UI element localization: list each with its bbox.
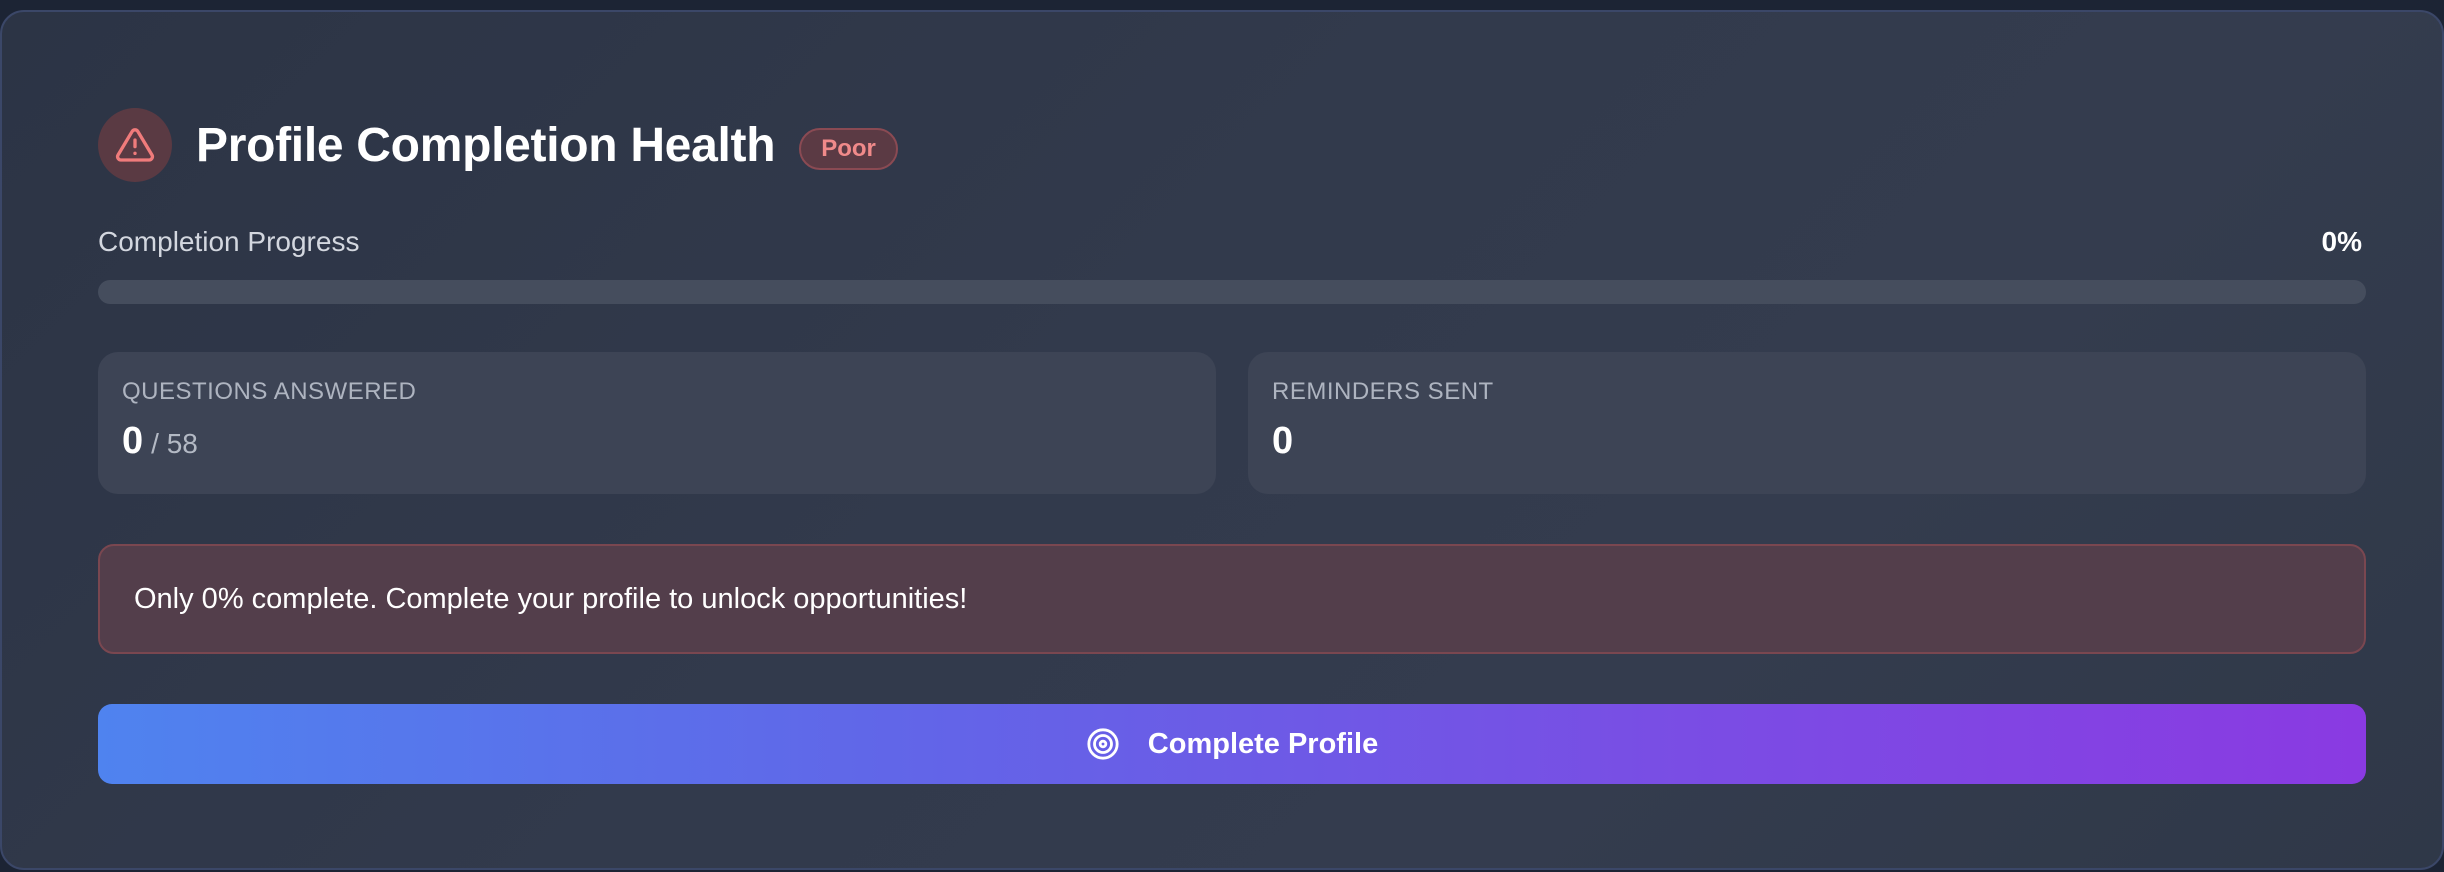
complete-profile-button[interactable]: Complete Profile <box>98 704 2366 784</box>
profile-health-card: Profile Completion Health Poor Completio… <box>0 10 2444 870</box>
questions-answered-stat: QUESTIONS ANSWERED 0 / 58 <box>98 352 1216 494</box>
alert-triangle-icon <box>98 108 172 182</box>
completion-alert: Only 0% complete. Complete your profile … <box>98 544 2366 654</box>
questions-total: / 58 <box>151 428 198 459</box>
stat-value: 0 <box>1272 420 2342 463</box>
progress-label: Completion Progress <box>98 226 360 257</box>
target-icon <box>1086 727 1120 761</box>
progress-percentage: 0% <box>2321 226 2362 257</box>
page-title: Profile Completion Health <box>196 118 776 172</box>
questions-answered-count: 0 <box>122 420 144 462</box>
stat-label: REMINDERS SENT <box>1272 378 1494 405</box>
progress-bar <box>98 280 2366 304</box>
stat-value: 0 / 58 <box>122 420 1192 463</box>
stat-label: QUESTIONS ANSWERED <box>122 378 417 405</box>
card-header: Profile Completion Health Poor <box>98 108 898 182</box>
status-badge: Poor <box>799 128 898 170</box>
reminders-sent-count: 0 <box>1272 420 1294 462</box>
complete-profile-label: Complete Profile <box>1147 727 1379 760</box>
reminders-sent-stat: REMINDERS SENT 0 <box>1248 352 2366 494</box>
